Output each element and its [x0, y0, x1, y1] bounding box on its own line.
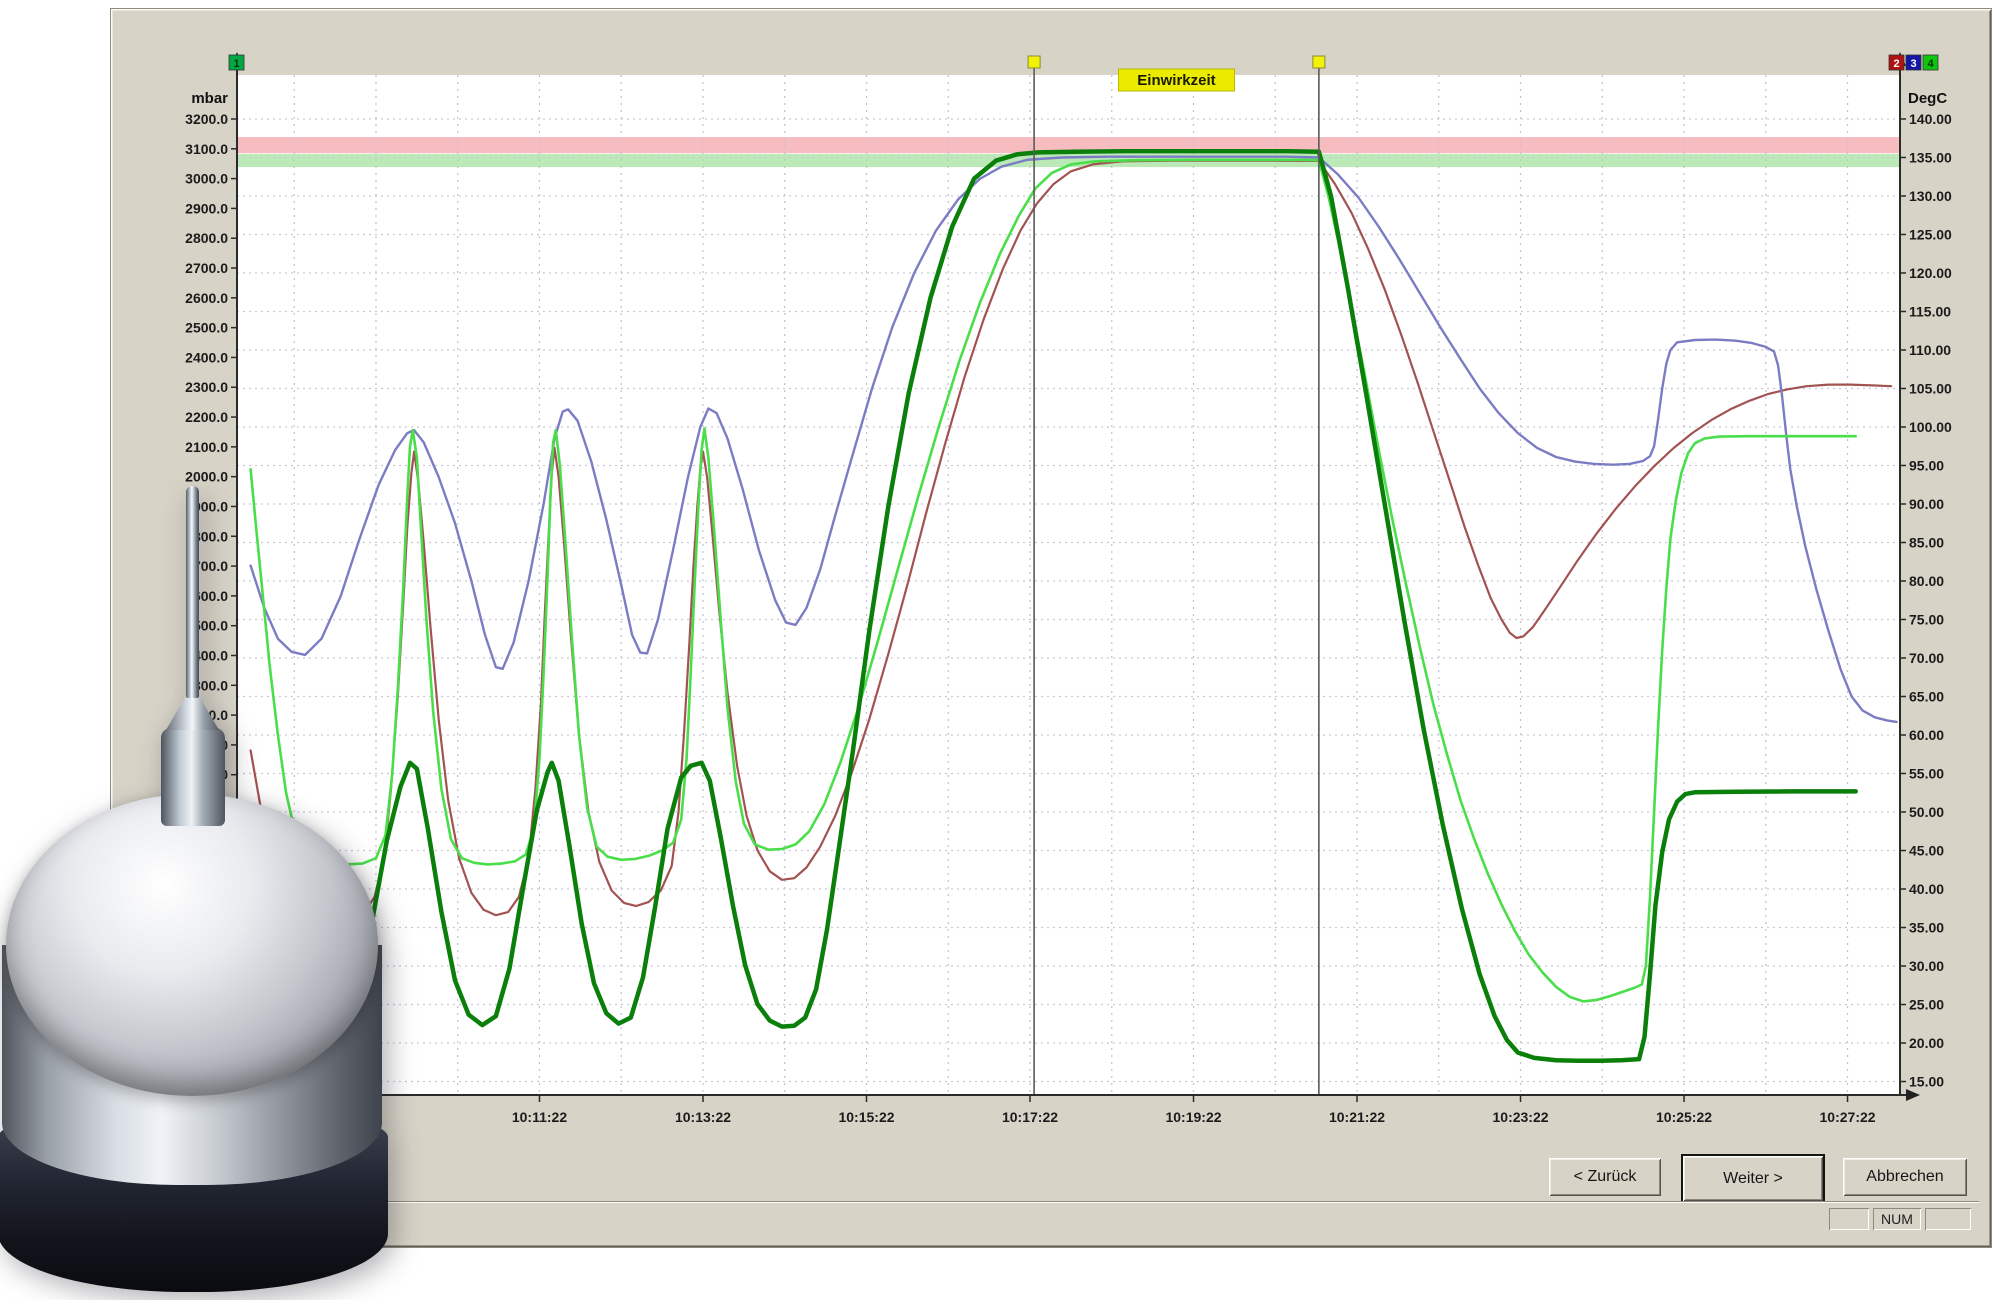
- back-button[interactable]: < Zurück: [1549, 1158, 1661, 1196]
- datalogger-photo: BioTechTM www.zfime.net: [0, 480, 400, 1300]
- probe-cone: [166, 694, 219, 730]
- probe-hub: [161, 728, 225, 826]
- statusbar-pane-num: NUM: [1873, 1208, 1921, 1230]
- next-button[interactable]: Weiter >: [1681, 1154, 1825, 1203]
- statusbar-pane-right: [1925, 1208, 1971, 1230]
- statusbar-pane-left: [1829, 1208, 1869, 1230]
- device-top-surface: [6, 794, 378, 1096]
- cancel-button[interactable]: Abbrechen: [1843, 1158, 1967, 1196]
- probe-rod: [186, 486, 199, 698]
- cursor-handle-1[interactable]: [1028, 56, 1040, 68]
- cursor-handle-2[interactable]: [1313, 56, 1325, 68]
